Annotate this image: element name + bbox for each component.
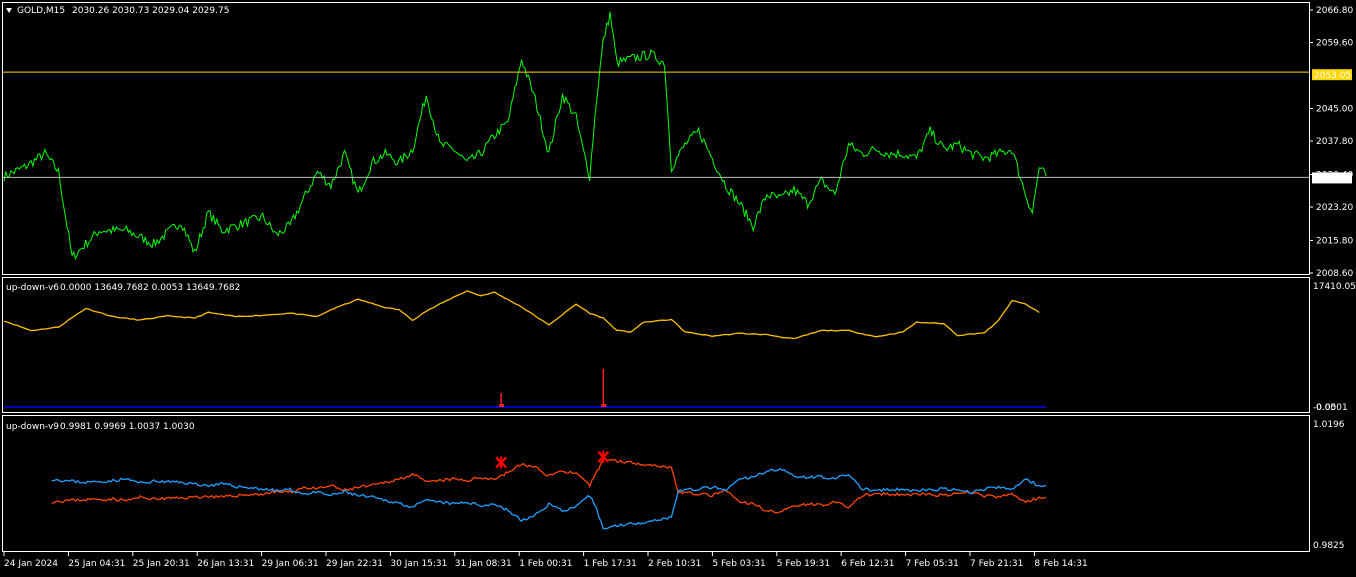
main-ohlc-values: 2030.26 2030.73 2029.04 2029.75 [72,6,229,16]
x-tick-label: 6 Feb 12:31 [841,559,894,569]
v6-spike-base [601,404,607,407]
v9-series [51,450,1047,530]
v6-title: up-down-v6 [6,283,59,293]
x-tick-label: 25 Jan 04:31 [68,559,125,569]
x-tick-label: 26 Jan 13:31 [197,559,254,569]
y-tick-label: 2008.60 [1316,269,1353,279]
v9-blue-line [51,467,1047,530]
main-price-axis: 2066.802059.602053.052045.002037.802030.… [1309,6,1353,279]
v9-pane-frame [2,415,1310,552]
x-tick-label: 1 Feb 00:31 [519,559,572,569]
x-tick-label: 5 Feb 19:31 [777,559,830,569]
hline-price-tag-label: 2053.05 [1314,71,1351,81]
y-tick-label: 2015.80 [1316,236,1353,246]
bid-price-tag-label: 2029.75 [1314,174,1351,184]
v6-axis-top-label: 17410.051 [1313,282,1356,292]
chart-window: GOLD,M15 2030.26 2030.73 2029.04 2029.75… [0,0,1356,573]
y-tick-label: 2023.20 [1316,203,1353,213]
y-tick-label: 2037.80 [1316,137,1353,147]
v6-axis-bottom-overlap-label: 0.00 [1316,403,1336,413]
y-tick-label: 2045.00 [1316,105,1353,115]
y-tick-label: 2066.80 [1316,6,1353,16]
v6-values: 0.0000 13649.7682 0.0053 13649.7682 [60,283,240,293]
v6-pane-frame [2,277,1310,413]
x-tick-label: 8 Feb 14:31 [1034,559,1087,569]
v6-spike-base [499,404,505,407]
main-price-series [3,11,1309,261]
v9-title: up-down-v9 [6,422,59,432]
chart-canvas: GOLD,M15 2030.26 2030.73 2029.04 2029.75… [0,0,1356,573]
x-tick-label: 1 Feb 17:31 [584,559,637,569]
x-tick-label: 29 Jan 22:31 [326,559,383,569]
x-tick-label: 7 Feb 21:31 [970,559,1023,569]
main-pane-frame [2,2,1310,275]
time-axis: 24 Jan 2024 25 Jan 04:31 25 Jan 20:31 26 Ja… [3,552,1088,569]
price-line [3,11,1047,261]
v9-values: 0.9981 0.9969 1.0037 1.0030 [60,422,195,432]
x-tick-label: 24 Jan 2024 [4,559,58,569]
main-symbol-title: GOLD,M15 [17,6,65,16]
v6-series [3,290,1046,408]
x-tick-label: 25 Jan 20:31 [133,559,190,569]
x-tick-label: 29 Jan 06:31 [262,559,319,569]
v6-yellow-line [3,290,1040,340]
x-tick-label: 31 Jan 08:31 [455,559,512,569]
v9-axis-top-label: 1.0196 [1313,420,1345,430]
x-tick-label: 5 Feb 03:31 [712,559,765,569]
x-tick-label: 2 Feb 10:31 [648,559,701,569]
triangle-down-icon[interactable] [6,8,12,13]
y-tick-label: 2059.60 [1316,39,1353,49]
v9-axis-bottom-label: 0.9825 [1313,541,1345,551]
x-tick-label: 7 Feb 05:31 [906,559,959,569]
x-tick-label: 30 Jan 15:31 [390,559,447,569]
